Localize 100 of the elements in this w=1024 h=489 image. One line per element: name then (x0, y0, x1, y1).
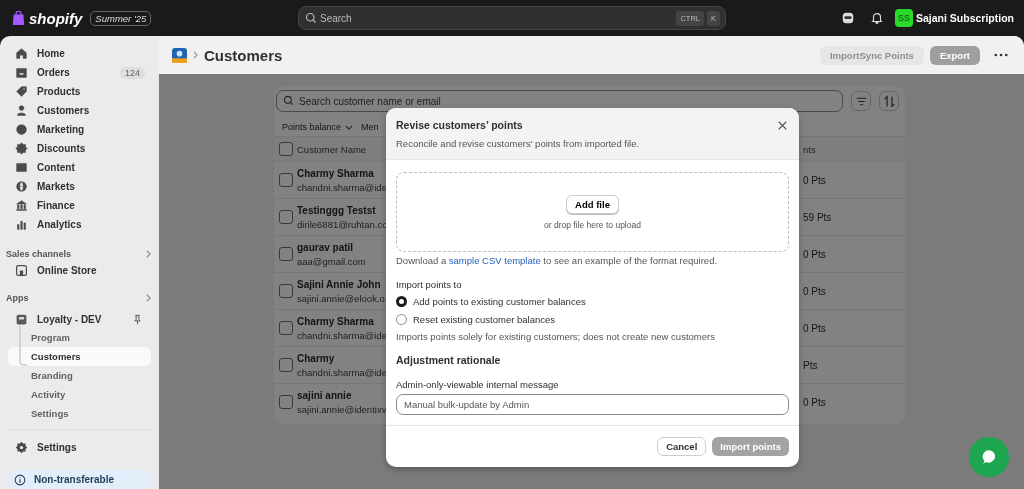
storefront-icon (15, 263, 28, 277)
checkbox[interactable] (279, 321, 293, 335)
bar-chart-icon (15, 218, 28, 231)
app-icon (15, 313, 28, 327)
robot-face-icon[interactable] (840, 11, 855, 25)
badge-icon (15, 142, 28, 155)
checkbox[interactable] (279, 358, 293, 372)
tag-icon (15, 85, 28, 98)
pin-icon[interactable] (132, 314, 143, 326)
filter-button[interactable] (851, 91, 871, 111)
info-icon (14, 473, 26, 486)
points-cell: 0 Pts (803, 322, 826, 334)
nav-item[interactable]: Online Store (8, 262, 151, 279)
nav-item[interactable]: Content (8, 158, 151, 177)
close-icon[interactable] (778, 120, 787, 130)
customer-email: chandni.sharma@ide (297, 181, 387, 193)
person-icon (15, 104, 28, 117)
checkbox[interactable] (279, 173, 293, 187)
points-cell: Pts (803, 359, 818, 371)
customer-name: Sajini Annie John (297, 278, 381, 290)
globe-icon (15, 180, 28, 193)
section-title: Apps (6, 293, 29, 304)
filter-chip[interactable]: Points balance (282, 122, 342, 132)
checkbox[interactable] (279, 395, 293, 409)
checkbox[interactable] (279, 284, 293, 298)
caret-icon[interactable] (345, 124, 354, 130)
nav-item[interactable]: Home (8, 44, 151, 63)
customer-name: sajini annie (297, 389, 352, 401)
points-cell: 59 Pts (803, 211, 832, 223)
nav-item[interactable]: Orders 124 (8, 63, 151, 82)
cancel-button[interactable]: Cancel (657, 437, 707, 456)
customer-email: chandni.sharma@ide (297, 366, 387, 378)
drop-zone[interactable]: Add file or drop file here to upload (396, 172, 789, 252)
section-title: Sales channels (6, 249, 72, 259)
breadcrumb-chevron-icon (193, 51, 198, 59)
modal-subtitle: Reconcile and revise customers' points from imported file. (396, 138, 641, 149)
column-header: Customer Name (297, 143, 367, 155)
app-logo-icon (172, 47, 187, 63)
speech-bubble-icon (980, 448, 998, 466)
radio-button[interactable] (396, 296, 407, 307)
column-header: nts (803, 143, 816, 155)
search-icon (305, 12, 317, 24)
drop-hint: or drop file here to upload (544, 219, 641, 230)
checkbox[interactable] (279, 142, 293, 156)
customer-name: gaurav patil (297, 241, 354, 253)
nav-item[interactable]: Settings (8, 403, 151, 423)
field-label: Import points to (396, 279, 463, 290)
nav-item[interactable]: Activity (8, 384, 151, 404)
count-badge: 124 (119, 66, 145, 79)
inbox-icon (15, 66, 28, 79)
message-field[interactable]: Manual bulk-update by Admin (396, 394, 789, 415)
customer-name: Testinggg Testst (297, 204, 376, 216)
shopping-bag-icon (12, 10, 25, 26)
chevron-icon[interactable] (146, 294, 151, 303)
nav-item[interactable]: Analytics (8, 215, 151, 234)
nav-item[interactable]: Customers (8, 101, 151, 120)
customer-name: Charmy (297, 352, 335, 364)
field-label: Admin-only-viewable internal message (396, 379, 560, 390)
radio-label[interactable]: Reset existing customer balances (413, 314, 556, 325)
app-name[interactable]: Loyalty - DEV (37, 314, 123, 326)
customer-email: aaa@gmail.com (297, 255, 366, 267)
edition-badge: Summer '25 (90, 10, 152, 26)
home-icon (15, 47, 28, 60)
nav-item[interactable]: Program (8, 327, 151, 347)
add-file-button[interactable]: Add file (566, 194, 619, 214)
more-icon[interactable] (994, 53, 1008, 57)
download-text: Download a sample CSV template to see an example of the format required. (396, 255, 719, 266)
account-name[interactable]: Sajani Subscription (915, 12, 1014, 24)
gear-icon (15, 441, 28, 455)
filter-chip[interactable]: Men (361, 122, 379, 132)
customer-name: Charmy Sharma (297, 167, 374, 179)
checkbox[interactable] (279, 247, 293, 261)
bell-icon[interactable] (869, 11, 884, 25)
nav-item[interactable]: Markets (8, 177, 151, 196)
customer-email: chandni.sharma@ide (297, 329, 387, 341)
nav-item[interactable]: Branding (8, 365, 151, 385)
customer-email: sajini.annie@identixv (297, 403, 387, 415)
avatar[interactable]: SS (894, 9, 913, 27)
points-cell: 0 Pts (803, 174, 826, 186)
logo-text: shopify (29, 9, 83, 27)
checkbox[interactable] (279, 210, 293, 224)
chevron-icon[interactable] (146, 250, 151, 258)
chat-button[interactable] (969, 437, 1009, 477)
points-cell: 0 Pts (803, 248, 826, 260)
sort-button[interactable] (879, 91, 899, 111)
nav-item[interactable]: Discounts (8, 139, 151, 158)
settings-link[interactable]: Settings (37, 442, 145, 454)
sort-icon (882, 94, 896, 108)
tree-connector (18, 325, 28, 366)
nav-item[interactable]: Products (8, 82, 151, 101)
customer-name: Charmy Sharma (297, 315, 374, 327)
radio-label[interactable]: Add points to existing customer balances (413, 296, 586, 307)
help-text: Imports points solely for existing customers; does not create new customers (396, 331, 716, 342)
search-icon (283, 95, 294, 106)
nav-item[interactable]: Customers (8, 346, 151, 366)
page-title: Customers (204, 46, 283, 64)
template-link[interactable]: sample CSV template (448, 255, 541, 266)
nav-item[interactable]: Marketing (8, 120, 151, 139)
customer-email: sajini.annie@elook.o (297, 292, 385, 304)
nav-item[interactable]: Finance (8, 196, 151, 215)
